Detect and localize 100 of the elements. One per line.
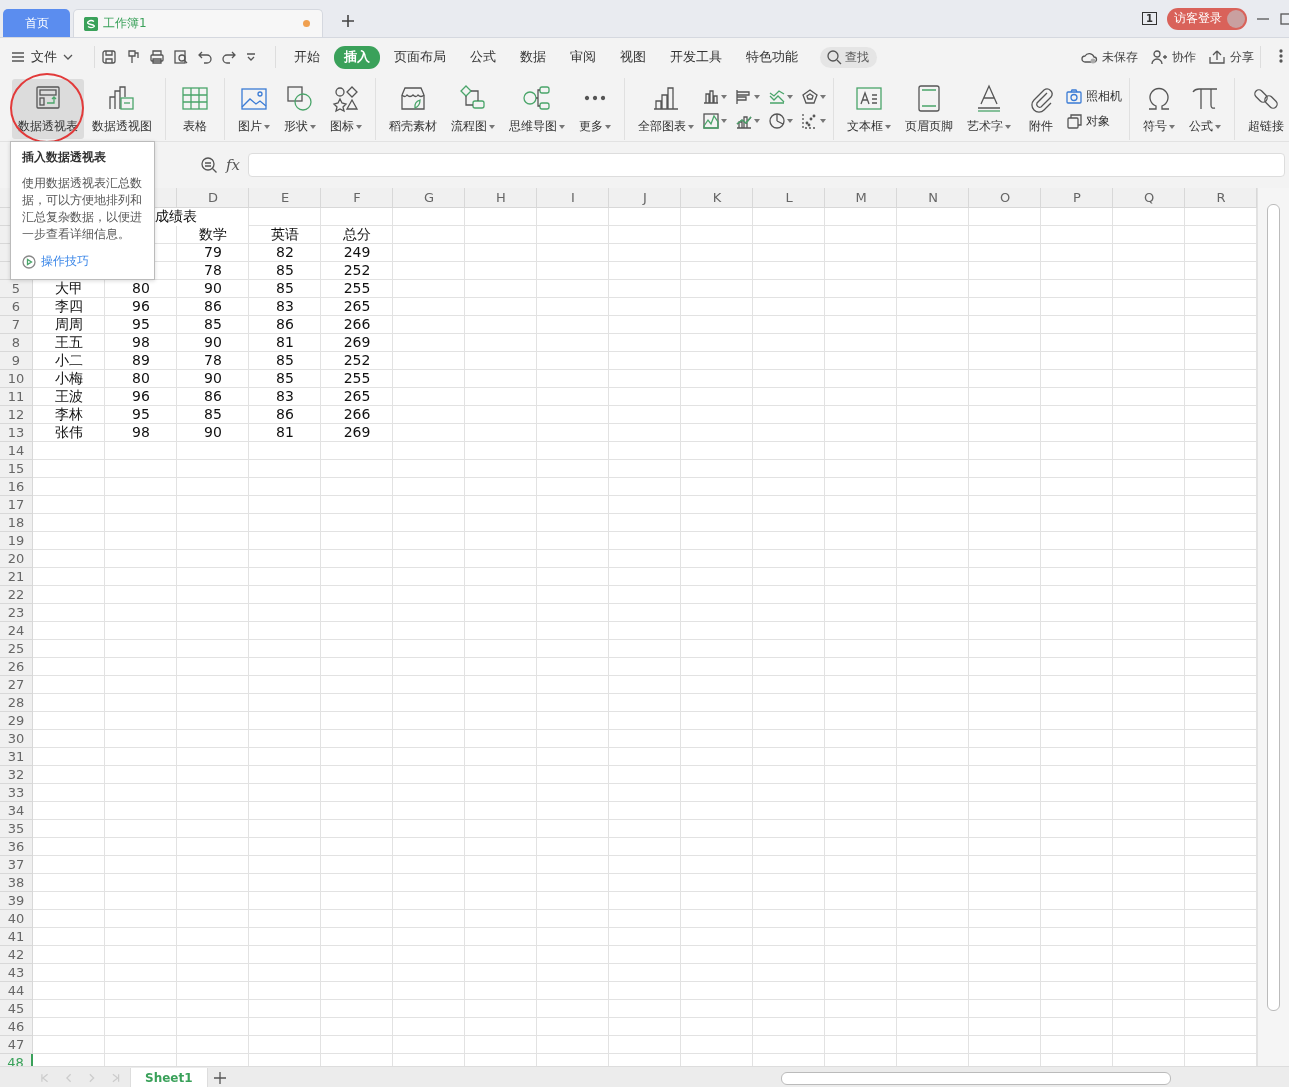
row-header[interactable]: 16 xyxy=(0,478,33,496)
column-header[interactable]: I xyxy=(537,188,609,207)
home-tab[interactable]: 首页 xyxy=(3,9,70,37)
column-header[interactable]: K xyxy=(681,188,753,207)
ribbon-button[interactable]: 形状 xyxy=(278,78,322,139)
row-header[interactable]: 38 xyxy=(0,874,33,892)
ribbon-button[interactable]: 全部图表 xyxy=(632,78,700,139)
row-header[interactable]: 15 xyxy=(0,460,33,478)
sheet-tab[interactable]: Sheet1 xyxy=(130,1067,208,1087)
menu-tab[interactable]: 开发工具 xyxy=(660,45,732,69)
menu-tab[interactable]: 数据 xyxy=(510,45,556,69)
column-header[interactable]: G xyxy=(393,188,465,207)
row-header[interactable]: 32 xyxy=(0,766,33,784)
menu-tab[interactable]: 开始 xyxy=(284,45,330,69)
row-header[interactable]: 13 xyxy=(0,424,33,442)
column-header[interactable]: L xyxy=(753,188,825,207)
row-header[interactable]: 17 xyxy=(0,496,33,514)
function-button[interactable]: fx xyxy=(226,156,240,174)
ribbon-button[interactable]: 页眉页脚 xyxy=(899,78,959,139)
ribbon-button[interactable]: 文本框 xyxy=(841,78,897,139)
row-header[interactable]: 9 xyxy=(0,352,33,370)
menu-tab[interactable]: 公式 xyxy=(460,45,506,69)
row-header[interactable]: 10 xyxy=(0,370,33,388)
menu-tab[interactable]: 页面布局 xyxy=(384,45,456,69)
ribbon-button[interactable]: 稻壳素材 xyxy=(383,78,443,139)
row-header[interactable]: 29 xyxy=(0,712,33,730)
row-header[interactable]: 21 xyxy=(0,568,33,586)
vertical-scrollbar[interactable] xyxy=(1257,188,1289,1066)
menu-tab[interactable]: 审阅 xyxy=(560,45,606,69)
column-header[interactable]: Q xyxy=(1113,188,1185,207)
menu-tab[interactable]: 视图 xyxy=(610,45,656,69)
window-count[interactable]: 1 xyxy=(1142,12,1157,25)
tips-link[interactable]: 操作技巧 xyxy=(22,253,150,270)
row-header[interactable]: 36 xyxy=(0,838,33,856)
row-header[interactable]: 45 xyxy=(0,1000,33,1018)
chart-type-button[interactable] xyxy=(801,111,826,130)
row-header[interactable]: 23 xyxy=(0,604,33,622)
chart-type-button[interactable] xyxy=(702,87,727,106)
ribbon-button[interactable]: 照相机 xyxy=(1065,87,1122,105)
ribbon-button[interactable]: 符号 xyxy=(1137,78,1181,139)
row-header[interactable]: 11 xyxy=(0,388,33,406)
chart-type-button[interactable] xyxy=(735,87,760,106)
ribbon-button[interactable]: 对象 xyxy=(1065,112,1122,130)
row-header[interactable]: 28 xyxy=(0,694,33,712)
row-header[interactable]: 33 xyxy=(0,784,33,802)
chart-type-button[interactable] xyxy=(702,111,727,130)
ribbon-button[interactable]: 图片 xyxy=(232,78,276,139)
row-header[interactable]: 30 xyxy=(0,730,33,748)
column-header[interactable]: R xyxy=(1185,188,1257,207)
toolbar-button[interactable]: 协作 xyxy=(1150,48,1196,66)
ribbon-button[interactable]: 思维导图 xyxy=(503,78,571,139)
row-header[interactable]: 12 xyxy=(0,406,33,424)
row-header[interactable]: 6 xyxy=(0,298,33,316)
search-button[interactable]: 查找 xyxy=(820,46,877,68)
row-header[interactable]: 46 xyxy=(0,1018,33,1036)
column-header[interactable]: M xyxy=(825,188,897,207)
menu-tab[interactable]: 插入 xyxy=(334,45,380,69)
ribbon-button[interactable]: 表格 xyxy=(173,78,217,139)
row-header[interactable]: 18 xyxy=(0,514,33,532)
ribbon-button[interactable]: 数据透视图 xyxy=(86,78,158,139)
ribbon-button[interactable]: 图标 xyxy=(324,78,368,139)
formula-input[interactable] xyxy=(248,153,1285,177)
row-header[interactable]: 31 xyxy=(0,748,33,766)
row-header[interactable]: 44 xyxy=(0,982,33,1000)
column-header[interactable]: D xyxy=(177,188,249,207)
column-header[interactable]: F xyxy=(321,188,393,207)
row-header[interactable]: 39 xyxy=(0,892,33,910)
menu-tab[interactable]: 特色功能 xyxy=(736,45,808,69)
column-header[interactable]: J xyxy=(609,188,681,207)
ribbon-button[interactable]: 附件 xyxy=(1019,78,1063,139)
row-header[interactable]: 14 xyxy=(0,442,33,460)
row-header[interactable]: 35 xyxy=(0,820,33,838)
row-header[interactable]: 26 xyxy=(0,658,33,676)
row-header[interactable]: 41 xyxy=(0,928,33,946)
row-header[interactable]: 43 xyxy=(0,964,33,982)
ribbon-button[interactable]: 公式 xyxy=(1183,78,1227,139)
row-header[interactable]: 47 xyxy=(0,1036,33,1054)
toolbar-button[interactable]: 分享 xyxy=(1208,48,1254,66)
row-header[interactable]: 24 xyxy=(0,622,33,640)
row-header[interactable]: 34 xyxy=(0,802,33,820)
row-header[interactable]: 7 xyxy=(0,316,33,334)
login-button[interactable]: 访客登录 xyxy=(1167,7,1247,30)
ribbon-button[interactable]: 艺术字 xyxy=(961,78,1017,139)
row-header[interactable]: 37 xyxy=(0,856,33,874)
row-header[interactable]: 5 xyxy=(0,280,33,298)
row-header[interactable]: 19 xyxy=(0,532,33,550)
row-header[interactable]: 25 xyxy=(0,640,33,658)
row-header[interactable]: 27 xyxy=(0,676,33,694)
file-menu[interactable]: 文件 xyxy=(10,48,74,66)
chart-type-button[interactable] xyxy=(768,111,793,130)
ribbon-button[interactable]: 超链接 xyxy=(1242,78,1289,139)
chart-type-button[interactable] xyxy=(801,87,826,106)
row-header[interactable]: 8 xyxy=(0,334,33,352)
row-header[interactable]: 40 xyxy=(0,910,33,928)
document-tab[interactable]: 工作簿1 xyxy=(73,9,323,37)
column-header[interactable]: O xyxy=(969,188,1041,207)
ribbon-button[interactable]: 更多 xyxy=(573,78,617,139)
column-header[interactable]: H xyxy=(465,188,537,207)
ribbon-button[interactable]: 流程图 xyxy=(445,78,501,139)
column-header[interactable]: P xyxy=(1041,188,1113,207)
